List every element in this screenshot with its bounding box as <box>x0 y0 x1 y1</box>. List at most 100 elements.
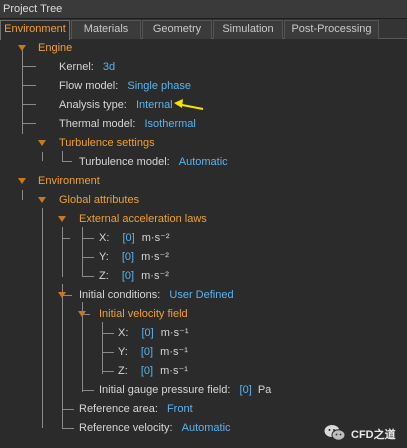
tree-row-accel-z: Z: [0] m·s⁻² <box>99 268 169 284</box>
tree-node-turbulence-settings[interactable]: Turbulence settings <box>59 135 155 151</box>
thermal-model-value[interactable]: Isothermal <box>144 118 195 130</box>
accel-z-label: Z: <box>99 270 109 282</box>
kernel-value[interactable]: 3d <box>103 61 115 73</box>
velocity-y-label: Y: <box>118 346 128 358</box>
accel-y-unit: m·s⁻² <box>141 251 169 263</box>
tree-line <box>62 428 74 429</box>
velocity-z-label: Z: <box>118 365 128 377</box>
tree-node-initial-velocity[interactable]: Initial velocity field <box>99 306 188 322</box>
velocity-y-value[interactable]: [0] <box>141 346 153 358</box>
reference-area-label: Reference area: <box>79 403 158 415</box>
tree-line <box>22 85 36 86</box>
expand-arrow-icon[interactable] <box>38 140 46 146</box>
expand-arrow-icon[interactable] <box>58 292 66 298</box>
tree-row-accel-y: Y: [0] m·s⁻² <box>99 249 169 265</box>
kernel-label: Kernel: <box>59 61 94 73</box>
tree-row-accel-x: X: [0] m·s⁻² <box>99 230 170 246</box>
expand-arrow-icon[interactable] <box>38 197 46 203</box>
tree-row-flow-model: Flow model: Single phase <box>59 78 191 94</box>
turbulence-model-label: Turbulence model: <box>79 156 170 168</box>
tree-line <box>42 208 43 428</box>
tree-line <box>82 257 94 258</box>
tree-line <box>82 238 94 239</box>
tree-line <box>102 333 114 334</box>
tab-bar: Environment Materials Geometry Simulatio… <box>0 19 407 40</box>
reference-velocity-value[interactable]: Automatic <box>182 422 231 434</box>
thermal-model-label: Thermal model: <box>59 118 136 130</box>
tree-row-turbulence-model: Turbulence model: Automatic <box>79 154 228 170</box>
tree-line <box>102 352 114 353</box>
velocity-x-value[interactable]: [0] <box>141 327 153 339</box>
tree-node-environment[interactable]: Environment <box>38 173 100 189</box>
expand-arrow-icon[interactable] <box>78 311 86 317</box>
tree-node-engine[interactable]: Engine <box>38 40 72 56</box>
initial-gauge-pressure-label: Initial gauge pressure field: <box>99 384 231 396</box>
tab-environment[interactable]: Environment <box>0 20 70 40</box>
tree-line <box>102 371 114 372</box>
flow-model-label: Flow model: <box>59 80 119 92</box>
tree-line <box>22 190 23 200</box>
tree-line <box>82 390 94 391</box>
tree-row-reference-area: Reference area: Front <box>79 401 193 417</box>
tree-row-velocity-y: Y: [0] m·s⁻¹ <box>118 344 188 360</box>
accel-x-label: X: <box>99 232 110 244</box>
analysis-type-value[interactable]: Internal <box>136 99 173 111</box>
tree-line <box>102 322 103 374</box>
tree-line <box>62 409 74 410</box>
tree-node-external-acceleration[interactable]: External acceleration laws <box>79 211 207 227</box>
expand-arrow-icon[interactable] <box>58 216 66 222</box>
flow-model-value[interactable]: Single phase <box>127 80 191 92</box>
analysis-type-label: Analysis type: <box>59 99 127 111</box>
tree-line <box>22 66 36 67</box>
velocity-x-label: X: <box>118 327 129 339</box>
tree-line <box>22 50 23 134</box>
tab-geometry[interactable]: Geometry <box>142 20 212 39</box>
tab-post-processing[interactable]: Post-Processing <box>284 20 379 39</box>
tree-line <box>62 161 72 162</box>
velocity-z-unit: m·s⁻¹ <box>160 365 188 377</box>
tree-row-initial-gauge-pressure: Initial gauge pressure field: [0] Pa <box>99 382 271 398</box>
initial-gauge-pressure-value[interactable]: [0] <box>240 384 252 396</box>
accel-z-value[interactable]: [0] <box>122 270 134 282</box>
panel-title: Project Tree <box>3 3 63 15</box>
panel-titlebar: Project Tree <box>0 0 407 19</box>
annotation-arrow-icon <box>174 99 204 110</box>
reference-velocity-label: Reference velocity: <box>79 422 173 434</box>
accel-z-unit: m·s⁻² <box>141 270 169 282</box>
tree-line <box>82 276 94 277</box>
expand-arrow-icon[interactable] <box>18 45 26 51</box>
initial-gauge-pressure-unit: Pa <box>257 384 272 396</box>
tree-node-global-attributes[interactable]: Global attributes <box>59 192 139 208</box>
velocity-x-unit: m·s⁻¹ <box>160 327 189 339</box>
tree-line <box>62 415 63 429</box>
accel-x-unit: m·s⁻² <box>141 232 170 244</box>
tree-line <box>62 238 70 239</box>
initial-conditions-value[interactable]: User Defined <box>169 289 233 301</box>
wechat-icon <box>324 425 346 441</box>
tab-materials[interactable]: Materials <box>71 20 141 39</box>
tree-row-thermal-model: Thermal model: Isothermal <box>59 116 196 132</box>
velocity-y-unit: m·s⁻¹ <box>160 346 188 358</box>
velocity-z-value[interactable]: [0] <box>141 365 153 377</box>
tree-row-initial-conditions: Initial conditions: User Defined <box>79 287 234 303</box>
watermark-text: CFD之道 <box>351 429 396 441</box>
tree-line <box>42 152 43 161</box>
initial-conditions-label[interactable]: Initial conditions: <box>79 289 160 301</box>
accel-x-value[interactable]: [0] <box>122 232 134 244</box>
tree-row-kernel: Kernel: 3d <box>59 59 115 75</box>
tree-row-velocity-z: Z: [0] m·s⁻¹ <box>118 363 188 379</box>
accel-y-value[interactable]: [0] <box>122 251 134 263</box>
tree-line <box>62 284 63 426</box>
tree-row-analysis-type: Analysis type: Internal <box>59 97 173 113</box>
tree-line <box>62 227 63 277</box>
watermark: CFD之道 <box>324 424 404 444</box>
tree-row-reference-velocity: Reference velocity: Automatic <box>79 420 231 436</box>
tree-line <box>22 123 36 124</box>
tab-simulation[interactable]: Simulation <box>213 20 283 39</box>
tree-row-velocity-x: X: [0] m·s⁻¹ <box>118 325 189 341</box>
expand-arrow-icon[interactable] <box>18 178 26 184</box>
reference-area-value[interactable]: Front <box>167 403 193 415</box>
turbulence-model-value[interactable]: Automatic <box>179 156 228 168</box>
tree-line <box>82 227 83 277</box>
accel-y-label: Y: <box>99 251 109 263</box>
